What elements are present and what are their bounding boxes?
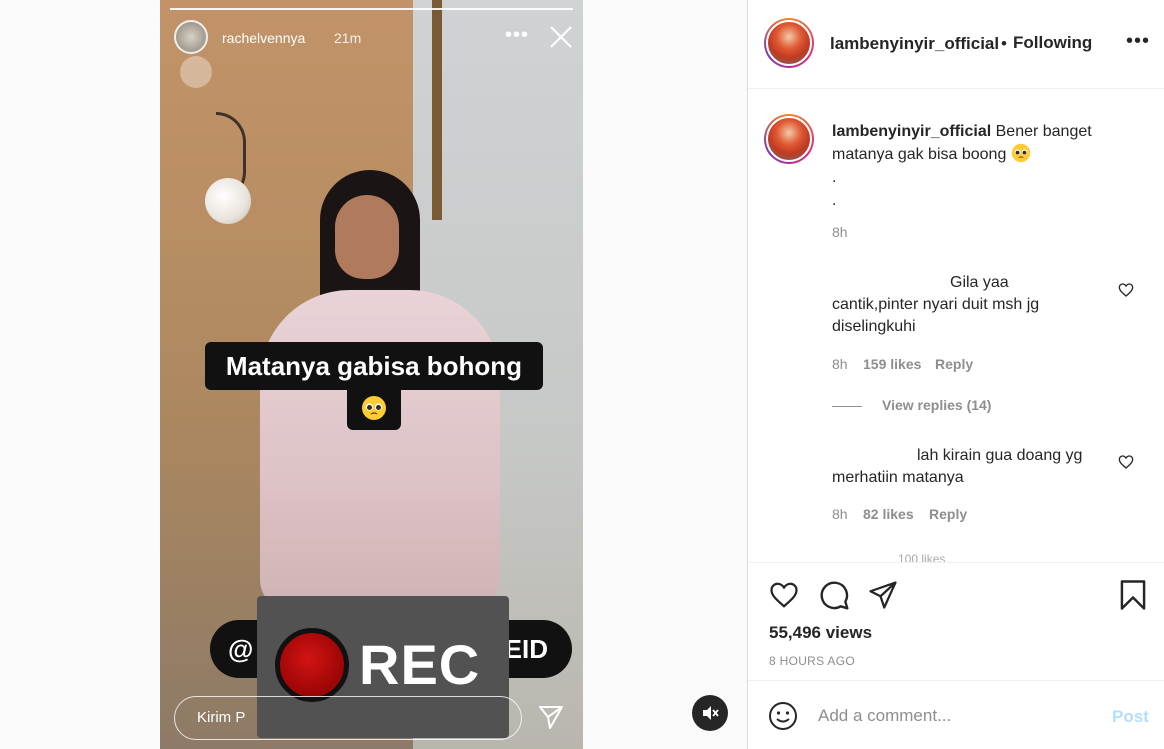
caption-avatar[interactable] [764,114,814,164]
story-time: 21m [334,30,362,46]
send-icon[interactable] [538,704,564,730]
caption-dot: . [832,192,837,209]
heart-icon[interactable] [1118,454,1134,470]
story-progress-bar [170,8,573,10]
post-header: lambenyinyir_official • Following ••• [748,0,1164,89]
header-separator: • [1001,34,1007,53]
video-lamp [205,178,251,224]
post-sidebar: lambenyinyir_official • Following ••• la… [747,0,1164,749]
pleading-face-icon [1011,143,1031,163]
more-icon[interactable]: ••• [505,24,529,47]
close-icon[interactable] [548,24,574,50]
post-caption: lambenyinyir_official Bener banget matan… [832,120,1132,212]
following-button[interactable]: Following [1013,33,1092,53]
handle-end: EID [504,634,548,664]
caption-dot: . [832,169,837,186]
video-person-face [335,195,399,279]
story-reply-field[interactable]: Kirim P [174,696,522,740]
view-replies-line [832,406,862,407]
story-avatar[interactable] [174,20,208,54]
heart-icon[interactable] [768,580,800,610]
comment-line: lah kirain gua doang yg [917,447,1083,464]
mute-icon [703,706,719,720]
mute-button[interactable] [692,695,728,731]
comment-text: lah kirain gua doang yg merhatiin matany… [832,445,1122,489]
story-username[interactable]: rachelvennya [222,30,305,46]
comment-line: Gila yaa [950,274,1009,291]
handle-start: @ [228,634,254,664]
video-caption-emoji [347,386,401,430]
comment-likes[interactable]: 159 likes [863,356,921,372]
reply-button[interactable]: Reply [935,356,973,372]
comment-time[interactable]: 8h [832,356,848,372]
caption-time[interactable]: 8h [832,224,848,240]
rec-dot-icon [275,628,349,702]
bookmark-icon[interactable] [1119,579,1147,611]
more-icon[interactable]: ••• [1126,30,1150,53]
story-video[interactable]: rachelvennya 21m ••• Matanya gabisa boho… [160,0,583,749]
comments-list[interactable]: lambenyinyir_official Bener banget matan… [748,90,1164,562]
partial-comment: 100 likes [898,552,946,562]
comment-icon[interactable] [818,579,850,611]
add-comment-bar: Post [748,680,1164,749]
header-username[interactable]: lambenyinyir_official [830,34,999,54]
share-icon[interactable] [868,580,898,610]
video-person-body [260,290,500,610]
rec-label: REC [359,633,481,696]
pleading-face-icon [362,396,386,420]
post-button[interactable]: Post [1112,707,1149,727]
instagram-post-view: rachelvennya 21m ••• Matanya gabisa boho… [0,0,1164,749]
header-avatar[interactable] [764,18,814,68]
video-background-pole [432,0,442,220]
heart-icon[interactable] [1118,282,1134,298]
story-second-avatar [180,56,212,88]
comment-line: cantik,pinter nyari duit msh jg diseling… [832,296,1040,335]
comment-text: Gila yaa cantik,pinter nyari duit msh jg… [832,272,1122,338]
emoji-icon[interactable] [768,701,798,731]
comment-line: merhatiin matanya [832,469,964,486]
video-caption: Matanya gabisa bohong [205,342,543,390]
post-actions: 55,496 views 8 HOURS AGO [748,562,1164,680]
comment-input[interactable] [818,703,1098,729]
reply-button[interactable]: Reply [929,506,967,522]
comment-time[interactable]: 8h [832,506,848,522]
comment-likes[interactable]: 82 likes [863,506,914,522]
view-count[interactable]: 55,496 views [769,623,872,643]
post-timestamp[interactable]: 8 HOURS AGO [769,654,855,668]
caption-username[interactable]: lambenyinyir_official [832,123,991,140]
view-replies-button[interactable]: View replies (14) [882,397,991,413]
media-area: rachelvennya 21m ••• Matanya gabisa boho… [0,0,747,749]
